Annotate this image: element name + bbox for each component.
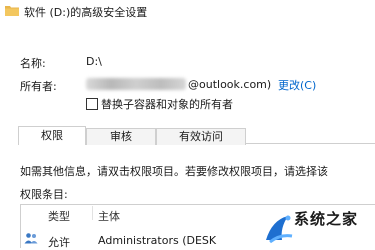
redacted-owner <box>86 78 186 90</box>
watermark-text: 系统之家 <box>294 210 359 228</box>
tab-permissions[interactable]: 权限 <box>18 126 86 145</box>
owner-email: @outlook.com) <box>188 78 272 91</box>
change-owner-link[interactable]: 更改(C) <box>278 77 316 93</box>
owner-label: 所有者: <box>20 80 57 93</box>
replace-owner-label[interactable]: 替换子容器和对象的所有者 <box>101 96 233 112</box>
row-type[interactable]: 允许 <box>48 234 70 250</box>
name-value: D:\ <box>86 55 102 68</box>
folder-icon <box>5 6 19 16</box>
permission-entries-label: 权限条目: <box>20 188 68 201</box>
column-header-principal[interactable]: 主体 <box>98 208 120 224</box>
users-icon <box>24 233 38 244</box>
row-principal[interactable]: Administrators (DESK <box>98 234 216 247</box>
replace-owner-checkbox[interactable] <box>86 98 98 110</box>
title-bar: 软件 (D:)的高级安全设置 <box>0 0 375 22</box>
column-divider[interactable] <box>92 206 93 220</box>
name-label: 名称: <box>20 57 46 70</box>
tab-effective-access[interactable]: 有效访问 <box>156 128 246 145</box>
hint-text: 如需其他信息，请双击权限项目。若要修改权限项目，请选择该 <box>20 165 328 178</box>
column-header-type[interactable]: 类型 <box>48 208 70 224</box>
window-title: 软件 (D:)的高级安全设置 <box>24 6 148 19</box>
tab-auditing[interactable]: 审核 <box>86 128 156 145</box>
